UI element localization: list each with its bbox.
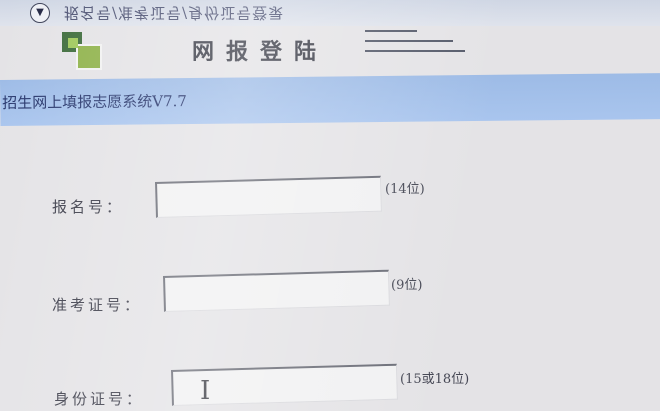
system-name: 招生网上填报志愿系统V7.7 [2, 92, 188, 112]
exam-ticket-hint: (9位) [391, 278, 423, 293]
app-logo-icon [62, 32, 106, 70]
browser-top-bar: ▼ 报名号/准考证号/身份证号登录 [0, 0, 660, 26]
id-card-hint: (15或18位) [400, 372, 470, 387]
id-card-label: 身份证号： [54, 390, 145, 408]
exam-ticket-input[interactable] [163, 269, 390, 312]
registration-number-input[interactable] [155, 175, 382, 218]
chevron-down-icon[interactable]: ▼ [30, 3, 50, 23]
page-title: 网报登陆 [192, 39, 329, 65]
registration-number-label: 报名号： [52, 198, 125, 216]
system-banner: 招生网上填报志愿系统V7.7 [0, 73, 660, 126]
window-title: 报名号/准考证号/身份证号登录 [64, 4, 285, 22]
text-cursor-icon: I [200, 376, 211, 406]
decorative-lines [365, 26, 465, 58]
exam-ticket-label: 准考证号： [52, 296, 143, 314]
registration-number-hint: (14位) [385, 182, 425, 197]
